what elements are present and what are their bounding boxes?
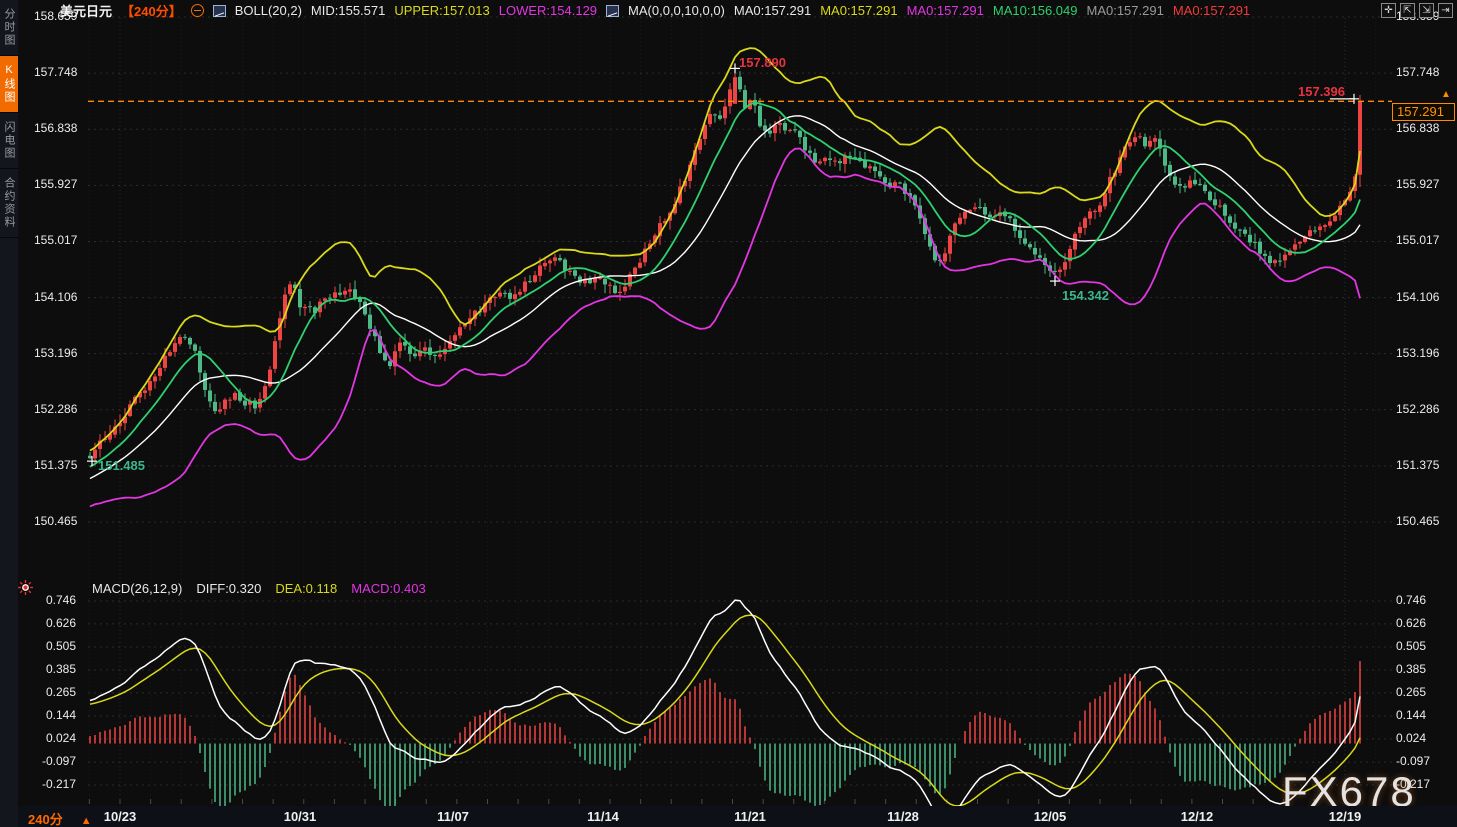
ma-value-2: MA0:157.291 <box>820 3 897 18</box>
axis-tick-label: 151.375 <box>1396 458 1442 472</box>
ma10-value: MA10:156.049 <box>993 3 1078 18</box>
date-tick-label: 12/12 <box>1181 809 1214 824</box>
axis-tick-label: -0.217 <box>34 777 76 791</box>
sidebar-item-contract-info[interactable]: 合约资料 <box>0 169 18 238</box>
chart-surface[interactable] <box>0 0 1457 827</box>
indicator-legend-bar: 美元日元 【240分】 BOLL(20,2) MID:155.571 UPPER… <box>60 2 1250 19</box>
last-price-box: 157.291 <box>1392 103 1455 121</box>
period-selector-label: 240分 <box>28 812 63 827</box>
axis-tick-label: 155.927 <box>1396 177 1442 191</box>
date-tick-label: 10/23 <box>104 809 137 824</box>
axis-tick-label: 0.144 <box>1396 708 1442 722</box>
ma-name: MA(0,0,0,10,0,0) <box>628 3 725 18</box>
period-label: 【240分】 <box>121 1 182 20</box>
goto-latest-icon[interactable]: ▲ <box>1441 89 1451 100</box>
axis-tick-label: 0.626 <box>34 616 76 630</box>
axis-tick-label: 154.106 <box>1396 290 1442 304</box>
ma10-line <box>90 102 1360 466</box>
axis-tick-label: 152.286 <box>1396 402 1442 416</box>
axis-tick-label: 0.505 <box>34 639 76 653</box>
date-tick-label: 11/28 <box>887 809 919 824</box>
macd-pane <box>90 600 1360 822</box>
axis-tick-label: 0.024 <box>1396 731 1442 745</box>
axis-tick-label: 157.748 <box>1396 65 1442 79</box>
axis-tick-label: 0.385 <box>34 662 76 676</box>
ma-value-3: MA0:157.291 <box>907 3 984 18</box>
axis-tick-label: 0.265 <box>1396 685 1442 699</box>
axis-tick-label: 0.746 <box>1396 593 1442 607</box>
date-tick-label: 12/05 <box>1034 809 1067 824</box>
chart-layout-toolbar: ✛ ⇱ ⇲ ⇥ <box>1381 3 1453 18</box>
axis-tick-label: 155.017 <box>34 233 76 247</box>
axis-tick-label: 155.927 <box>34 177 76 191</box>
axis-tick-label: 0.144 <box>34 708 76 722</box>
sidebar-item-kline-chart[interactable]: K线图 <box>0 56 18 113</box>
sidebar-item-lightning-chart[interactable]: 闪电图 <box>0 113 18 169</box>
grid-layer <box>88 17 1392 804</box>
boll-indicator-icon[interactable] <box>213 5 226 17</box>
macd-diff-value: DIFF:0.320 <box>196 581 261 596</box>
candles-layer <box>88 64 1362 465</box>
axis-tick-label: 0.505 <box>1396 639 1442 653</box>
period-up-triangle-icon: ▲ <box>81 815 92 827</box>
ma-value-1: MA0:157.291 <box>734 3 811 18</box>
boll-upper-value: UPPER:157.013 <box>394 3 489 18</box>
axis-tick-label: 0.265 <box>34 685 76 699</box>
macd-legend-bar: MACD(26,12,9) DIFF:0.320 DEA:0.118 MACD:… <box>92 581 426 596</box>
macd-bar-value: MACD:0.403 <box>351 581 425 596</box>
axis-tick-label: 0.746 <box>34 593 76 607</box>
axis-tick-label: 150.465 <box>1396 514 1442 528</box>
swing-low-label: 154.342 <box>1062 288 1109 303</box>
period-selector[interactable]: 240分 ▲ <box>28 809 92 827</box>
main-pane <box>88 48 1362 506</box>
macd-dea-value: DEA:0.118 <box>275 581 337 596</box>
start-low-label: 151.485 <box>98 458 145 473</box>
axis-tick-label: 150.465 <box>34 514 76 528</box>
pane-right-icon[interactable]: ⇲ <box>1419 3 1434 18</box>
boll-name: BOLL(20,2) <box>235 3 302 18</box>
axis-tick-label: 151.375 <box>34 458 76 472</box>
axis-tick-label: 153.196 <box>1396 346 1442 360</box>
date-tick-label: 11/21 <box>734 809 766 824</box>
axis-tick-label: 153.196 <box>34 346 76 360</box>
axis-tick-label: -0.097 <box>34 754 76 768</box>
axis-tick-label: 0.024 <box>34 731 76 745</box>
axis-tick-label: 154.106 <box>34 290 76 304</box>
date-tick-label: 12/19 <box>1329 809 1362 824</box>
recent-high-label: 157.396 <box>1298 84 1345 99</box>
date-tick-label: 10/31 <box>284 809 317 824</box>
date-tick-label: 11/07 <box>437 809 469 824</box>
axis-tick-label: 0.385 <box>1396 662 1442 676</box>
collapse-indicator-icon[interactable] <box>191 4 204 17</box>
axis-tick-label: 156.838 <box>34 121 76 135</box>
axis-tick-label: 152.286 <box>34 402 76 416</box>
ma-value-6: MA0:157.291 <box>1173 3 1250 18</box>
split-layout-icon[interactable]: ✛ <box>1381 3 1396 18</box>
ma-indicator-icon[interactable] <box>606 5 619 17</box>
peak-high-label: 157.890 <box>739 55 786 70</box>
axis-tick-label: 156.838 <box>1396 121 1442 135</box>
sidebar-item-time-chart[interactable]: 分时图 <box>0 0 18 56</box>
date-tick-label: 11/14 <box>587 809 619 824</box>
pane-up-icon[interactable]: ⇱ <box>1400 3 1415 18</box>
left-tab-rail: 分时图 K线图 闪电图 合约资料 <box>0 0 18 827</box>
axis-tick-label: -0.097 <box>1396 754 1442 768</box>
macd-name: MACD(26,12,9) <box>92 581 182 596</box>
axis-tick-label: 157.748 <box>34 65 76 79</box>
axis-tick-label: 155.017 <box>1396 233 1442 247</box>
axis-tick-label: 0.626 <box>1396 616 1442 630</box>
boll-lower-value: LOWER:154.129 <box>499 3 597 18</box>
time-axis-bar: 240分 ▲ 10/23 10/31 11/07 11/14 11/21 11/28 12/0… <box>0 806 1457 827</box>
chart-application: 分时图 K线图 闪电图 合约资料 美元日元 【240分】 BOLL(20,2) … <box>0 0 1457 827</box>
symbol-name: 美元日元 <box>60 1 112 20</box>
pane-export-icon[interactable]: ⇥ <box>1438 3 1453 18</box>
boll-mid-value: MID:155.571 <box>311 3 385 18</box>
macd-pane-indicator-icon[interactable] <box>18 580 33 595</box>
ma-value-5: MA0:157.291 <box>1086 3 1163 18</box>
